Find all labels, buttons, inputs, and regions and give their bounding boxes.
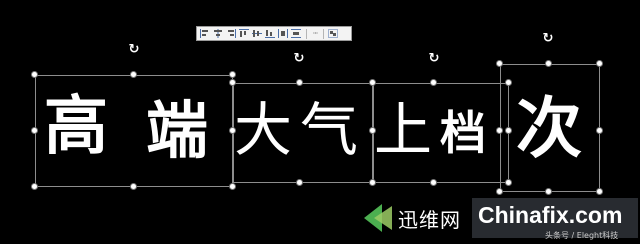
align-bottom-icon[interactable] <box>264 28 276 39</box>
glyph-gao: 高 <box>44 89 108 164</box>
resize-handle[interactable] <box>369 179 376 186</box>
resize-handle[interactable] <box>496 188 503 195</box>
align-right-icon[interactable] <box>225 28 237 39</box>
brand-logo-icon <box>360 200 396 236</box>
resize-handle[interactable] <box>496 127 503 134</box>
toolbar-separator <box>323 28 324 39</box>
distribute-vertical-icon[interactable] <box>290 28 302 39</box>
resize-handle[interactable] <box>545 188 552 195</box>
watermark-site: Chinafix.com <box>478 202 623 228</box>
glyph-qi: 气 <box>300 96 359 164</box>
resize-handle[interactable] <box>496 60 503 67</box>
align-toolbar: ··· <box>196 26 352 41</box>
resize-handle[interactable] <box>505 127 512 134</box>
align-left-icon[interactable] <box>199 28 211 39</box>
rotate-handle-icon[interactable]: ↻ <box>292 52 306 66</box>
distribute-horizontal-icon[interactable] <box>277 28 289 39</box>
resize-handle[interactable] <box>545 60 552 67</box>
resize-handle[interactable] <box>596 60 603 67</box>
glyph-da: 大 <box>234 96 293 164</box>
rotate-handle-icon[interactable]: ↻ <box>427 52 441 66</box>
resize-handle[interactable] <box>31 71 38 78</box>
resize-handle[interactable] <box>229 183 236 190</box>
rotate-handle-icon[interactable]: ↻ <box>127 43 141 57</box>
toolbar-separator <box>306 28 307 39</box>
watermark-credit: 头条号 / Eleght科技 <box>545 231 619 240</box>
group-icon[interactable] <box>327 28 339 39</box>
glyph-duan: 端 <box>146 94 209 167</box>
resize-handle[interactable] <box>369 79 376 86</box>
resize-handle[interactable] <box>430 79 437 86</box>
align-center-icon[interactable] <box>212 28 224 39</box>
slide-canvas[interactable]: ··· ↻ ↻ ↻ ↻ 高 端 大 气 上 档 次 迅维网 Chinafix.c… <box>0 0 640 244</box>
resize-handle[interactable] <box>229 79 236 86</box>
resize-handle[interactable] <box>505 179 512 186</box>
glyph-shang: 上 <box>374 96 433 164</box>
resize-handle[interactable] <box>430 179 437 186</box>
more-options-icon[interactable]: ··· <box>310 29 320 38</box>
resize-handle[interactable] <box>596 127 603 134</box>
rotate-handle-icon[interactable]: ↻ <box>541 32 555 46</box>
resize-handle[interactable] <box>130 71 137 78</box>
resize-handle[interactable] <box>296 179 303 186</box>
glyph-ci: 次 <box>516 89 582 167</box>
glyph-dang: 档 <box>440 106 486 160</box>
resize-handle[interactable] <box>229 71 236 78</box>
resize-handle[interactable] <box>505 79 512 86</box>
align-middle-icon[interactable] <box>251 28 263 39</box>
resize-handle[interactable] <box>596 188 603 195</box>
resize-handle[interactable] <box>31 127 38 134</box>
align-top-icon[interactable] <box>238 28 250 39</box>
watermark-brand: 迅维网 <box>398 208 461 232</box>
resize-handle[interactable] <box>31 183 38 190</box>
resize-handle[interactable] <box>296 79 303 86</box>
resize-handle[interactable] <box>130 183 137 190</box>
